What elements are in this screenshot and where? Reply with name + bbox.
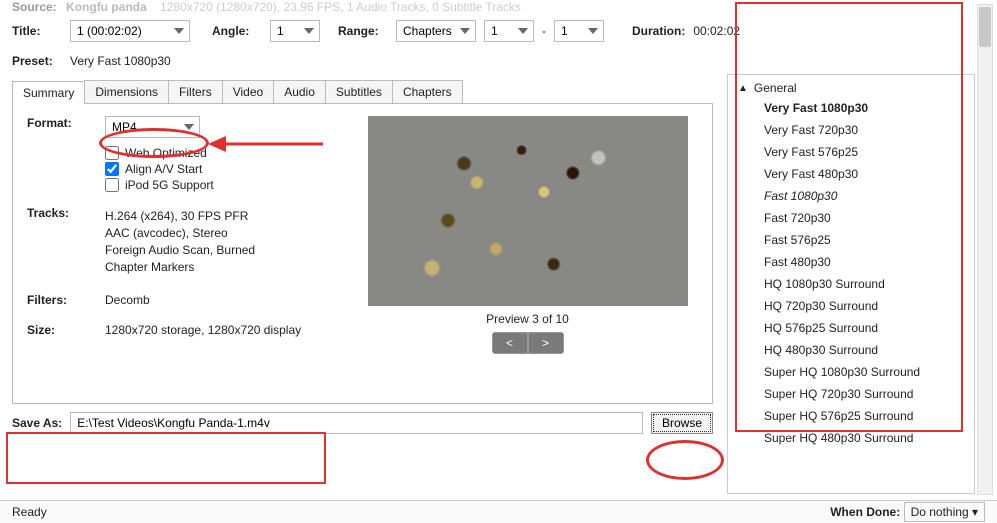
caret-down-icon: ▲ xyxy=(738,83,748,94)
ipod-5g-label: iPod 5G Support xyxy=(125,178,214,192)
web-optimized-check[interactable]: Web Optimized xyxy=(105,146,357,160)
angle-select[interactable]: 1 xyxy=(270,20,320,42)
range-label: Range: xyxy=(338,24,388,38)
preview-prev-button[interactable]: < xyxy=(492,332,528,354)
preview-thumbnail xyxy=(368,116,688,306)
when-done-select[interactable]: Do nothing ▾ xyxy=(904,502,985,522)
title-label: Title: xyxy=(12,24,62,38)
preset-item[interactable]: Very Fast 1080p30 xyxy=(728,97,974,119)
saveas-label: Save As: xyxy=(12,416,62,430)
range-type[interactable]: Chapters xyxy=(396,20,476,42)
browse-button[interactable]: Browse xyxy=(651,412,713,434)
preset-label: Preset: xyxy=(12,54,62,68)
size-label: Size: xyxy=(27,323,105,337)
saveas-input[interactable] xyxy=(70,412,643,434)
track-line: Foreign Audio Scan, Burned xyxy=(105,243,255,257)
tab-summary[interactable]: Summary xyxy=(12,81,85,104)
vertical-scrollbar[interactable] xyxy=(977,4,993,495)
chevron-down-icon: ▾ xyxy=(972,505,978,519)
preset-item[interactable]: HQ 720p30 Surround xyxy=(728,295,974,317)
preview-caption: Preview 3 of 10 xyxy=(357,312,698,326)
filters-label: Filters: xyxy=(27,293,105,307)
track-line: AAC (avcodec), Stereo xyxy=(105,226,255,240)
range-to[interactable]: 1 xyxy=(554,20,604,42)
preset-item[interactable]: Very Fast 720p30 xyxy=(728,119,974,141)
format-label: Format: xyxy=(27,116,105,130)
presets-panel: ▲ General Very Fast 1080p30Very Fast 720… xyxy=(727,74,975,494)
source-meta: 1280x720 (1280x720), 23.96 FPS, 1 Audio … xyxy=(160,0,521,14)
range-dash: - xyxy=(542,24,546,38)
when-done-label: When Done: xyxy=(830,505,900,519)
preset-item[interactable]: Super HQ 480p30 Surround xyxy=(728,427,974,449)
preview-next-button[interactable]: > xyxy=(528,332,564,354)
range-from[interactable]: 1 xyxy=(484,20,534,42)
tab-dimensions[interactable]: Dimensions xyxy=(84,80,169,103)
align-av-check[interactable]: Align A/V Start xyxy=(105,162,357,176)
tab-video[interactable]: Video xyxy=(222,80,274,103)
preset-value: Very Fast 1080p30 xyxy=(70,54,171,68)
source-name: Kongfu panda xyxy=(66,0,147,14)
track-line: H.264 (x264), 30 FPS PFR xyxy=(105,209,255,223)
scroll-thumb[interactable] xyxy=(979,7,991,47)
tab-audio[interactable]: Audio xyxy=(273,80,326,103)
preset-item[interactable]: Fast 480p30 xyxy=(728,251,974,273)
title-select[interactable]: 1 (00:02:02) xyxy=(70,20,190,42)
tab-subtitles[interactable]: Subtitles xyxy=(325,80,393,103)
preset-item[interactable]: Very Fast 576p25 xyxy=(728,141,974,163)
size-value: 1280x720 storage, 1280x720 display xyxy=(105,323,301,337)
preset-item[interactable]: HQ 1080p30 Surround xyxy=(728,273,974,295)
preset-group-label: General xyxy=(754,81,797,95)
tab-bar: Summary Dimensions Filters Video Audio S… xyxy=(12,80,713,104)
align-av-label: Align A/V Start xyxy=(125,162,202,176)
filters-value: Decomb xyxy=(105,293,150,307)
ipod-5g-check[interactable]: iPod 5G Support xyxy=(105,178,357,192)
duration-value: 00:02:02 xyxy=(693,24,740,38)
tracks-label: Tracks: xyxy=(27,206,105,220)
preset-item[interactable]: Fast 720p30 xyxy=(728,207,974,229)
status-text: Ready xyxy=(12,505,47,519)
preset-item[interactable]: Fast 576p25 xyxy=(728,229,974,251)
preset-item[interactable]: Super HQ 1080p30 Surround xyxy=(728,361,974,383)
preset-item[interactable]: HQ 480p30 Surround xyxy=(728,339,974,361)
tab-filters[interactable]: Filters xyxy=(168,80,223,103)
track-line: Chapter Markers xyxy=(105,260,255,274)
preset-item[interactable]: HQ 576p25 Surround xyxy=(728,317,974,339)
source-label: Source: xyxy=(12,0,57,14)
preset-item[interactable]: Fast 1080p30 xyxy=(728,185,974,207)
tab-chapters[interactable]: Chapters xyxy=(392,80,463,103)
web-optimized-label: Web Optimized xyxy=(125,146,207,160)
format-select[interactable]: MP4 xyxy=(105,116,200,138)
angle-label: Angle: xyxy=(212,24,262,38)
duration-label: Duration: xyxy=(632,24,685,38)
preset-item[interactable]: Very Fast 480p30 xyxy=(728,163,974,185)
preset-item[interactable]: Super HQ 720p30 Surround xyxy=(728,383,974,405)
preset-group-general[interactable]: ▲ General xyxy=(728,79,974,97)
preset-item[interactable]: Super HQ 576p25 Surround xyxy=(728,405,974,427)
